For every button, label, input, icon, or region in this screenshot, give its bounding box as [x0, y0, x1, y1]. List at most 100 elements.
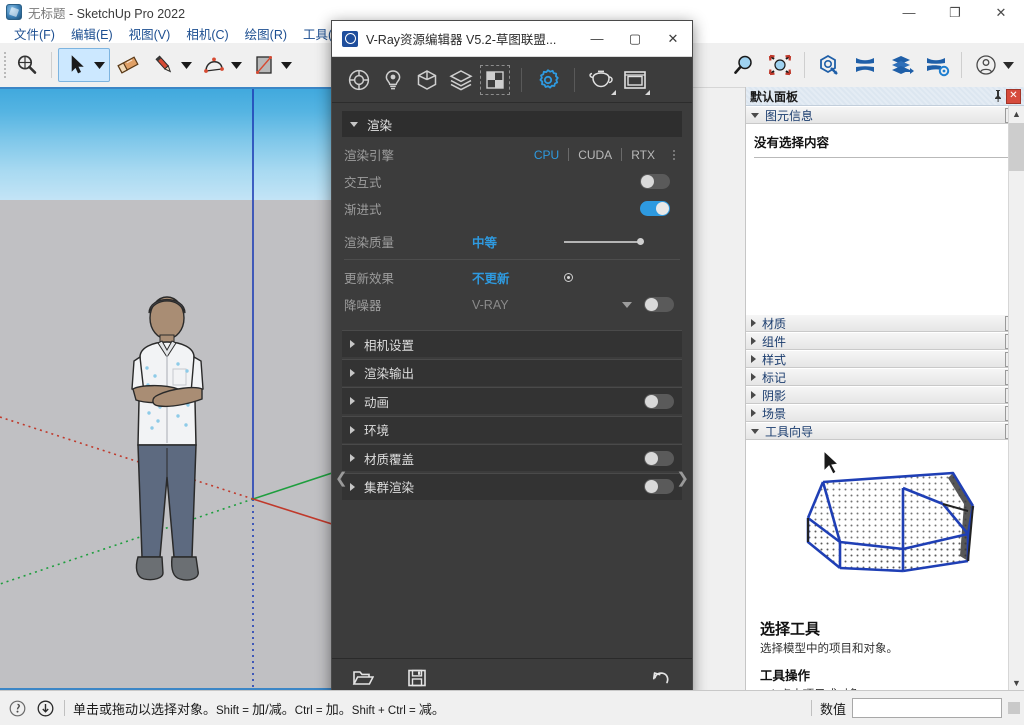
floppy-save-icon[interactable]: [404, 665, 430, 691]
toolbar-line-tool[interactable]: [146, 48, 196, 82]
folder-open-icon[interactable]: [350, 665, 376, 691]
undo-arrow-icon[interactable]: [648, 665, 674, 691]
panel-header-tags[interactable]: 标记 ✕: [746, 368, 1024, 386]
radio-update-effects[interactable]: [564, 273, 573, 282]
panel-header-styles[interactable]: 样式 ✕: [746, 350, 1024, 368]
toolbar-zoom-extents[interactable]: [762, 48, 798, 82]
toolbar-zoom-window[interactable]: [726, 48, 762, 82]
chevron-right-icon: [350, 454, 355, 462]
vray-gear-icon: [922, 50, 952, 80]
render-section-header[interactable]: 渲染: [342, 111, 682, 137]
rectangle-tool-dropdown-caret[interactable]: [279, 50, 293, 80]
scroll-down-button[interactable]: ▼: [1009, 675, 1024, 690]
section-environment[interactable]: 环境: [342, 416, 682, 443]
person-scale-figure[interactable]: [118, 285, 216, 605]
toolbar-zoom-tool[interactable]: [9, 48, 45, 82]
chevron-right-icon: [751, 355, 756, 363]
status-ctrl-key: Ctrl =: [295, 705, 326, 717]
cube-icon[interactable]: [410, 63, 444, 97]
collapse-right-arrow[interactable]: ❯: [676, 471, 689, 486]
menu-edit[interactable]: 编辑(E): [63, 24, 121, 43]
value-denoiser[interactable]: V-RAY: [472, 298, 622, 312]
menu-draw[interactable]: 绘图(R): [237, 24, 295, 43]
toggle-animation[interactable]: [644, 394, 674, 409]
minimize-button[interactable]: —: [886, 0, 932, 24]
select-tool-dropdown-caret[interactable]: [92, 50, 106, 80]
panel-header-instructor[interactable]: 工具向导 ✕: [746, 422, 1024, 440]
frame-buffer-icon[interactable]: [618, 63, 652, 97]
menu-view[interactable]: 视图(V): [121, 24, 179, 43]
teapot-dropdown-corner[interactable]: [611, 90, 616, 95]
sphere-material-icon[interactable]: [342, 63, 376, 97]
line-tool-dropdown-caret[interactable]: [179, 50, 193, 80]
scroll-thumb[interactable]: [1009, 123, 1024, 171]
tray-close-button[interactable]: ✕: [1006, 89, 1021, 104]
section-label-animation: 动画: [364, 392, 389, 411]
toolbar-account[interactable]: [968, 48, 1018, 82]
toggle-denoiser[interactable]: [644, 297, 674, 312]
value-render-quality[interactable]: 中等: [472, 232, 564, 251]
section-material-override[interactable]: 材质覆盖: [342, 444, 682, 471]
panel-header-entity-info[interactable]: 图元信息 ✕: [746, 106, 1024, 124]
account-dropdown-caret[interactable]: [1001, 50, 1015, 80]
arc-tool-dropdown-caret[interactable]: [229, 50, 243, 80]
section-label-render-output: 渲染输出: [364, 363, 414, 382]
status-bar: 单击或拖动以选择对象。Shift = 加/减。Ctrl = 加。Shift + …: [0, 690, 1024, 725]
layers-icon[interactable]: [444, 63, 478, 97]
vray-close-button[interactable]: ✕: [654, 21, 692, 56]
slider-render-quality[interactable]: [564, 238, 680, 245]
label-denoiser: 降噪器: [344, 295, 472, 314]
toggle-interactive[interactable]: [640, 174, 670, 189]
toggle-swarm-render[interactable]: [644, 479, 674, 494]
model-viewport[interactable]: [0, 87, 335, 690]
menu-camera[interactable]: 相机(C): [178, 24, 236, 43]
help-info-icon[interactable]: [6, 697, 28, 719]
toolbar-arc-tool[interactable]: [196, 48, 246, 82]
resize-grip-icon[interactable]: [1008, 702, 1020, 714]
engine-more-icon[interactable]: [668, 150, 680, 160]
vray-minimize-button[interactable]: —: [578, 21, 616, 56]
collapse-left-arrow[interactable]: ❮: [335, 471, 348, 486]
value-update-effects[interactable]: 不更新: [472, 268, 564, 287]
sketchup-application-window: 无标题 - SketchUp Pro 2022 — ❐ ✕ 文件(F) 编辑(E…: [0, 0, 1024, 725]
section-animation[interactable]: 动画: [342, 387, 682, 414]
panel-header-scenes[interactable]: 场景 ✕: [746, 404, 1024, 422]
maximize-button[interactable]: ❐: [932, 0, 978, 24]
light-bulb-icon[interactable]: [376, 63, 410, 97]
gear-icon[interactable]: [531, 63, 565, 97]
toolbar-grip[interactable]: [2, 50, 6, 80]
pin-icon[interactable]: [990, 88, 1006, 104]
toolbar-vray-batch[interactable]: [883, 48, 919, 82]
engine-option-cpu[interactable]: CPU: [525, 148, 568, 162]
section-camera-settings[interactable]: 相机设置: [342, 330, 682, 357]
scroll-up-button[interactable]: ▲: [1009, 106, 1024, 121]
tray-scrollbar[interactable]: ▲ ▼: [1008, 106, 1024, 690]
vray-maximize-button[interactable]: ▢: [616, 21, 654, 56]
section-render-output[interactable]: 渲染输出: [342, 359, 682, 386]
frame-buffer-dropdown-corner[interactable]: [645, 90, 650, 95]
close-button[interactable]: ✕: [978, 0, 1024, 24]
measurements-input[interactable]: [852, 698, 1002, 718]
toolbar-rectangle-tool[interactable]: [246, 48, 296, 82]
toolbar-vray-settings[interactable]: [919, 48, 955, 82]
vray-toolbar-separator-2: [574, 68, 575, 92]
tips-icon[interactable]: [34, 697, 56, 719]
toggle-progressive[interactable]: [640, 201, 670, 216]
teapot-icon[interactable]: [584, 63, 618, 97]
menu-file[interactable]: 文件(F): [6, 24, 63, 43]
panel-header-materials[interactable]: 材质 ✕: [746, 314, 1024, 332]
chevron-down-icon[interactable]: [622, 302, 632, 308]
toolbar-vray-render[interactable]: [811, 48, 847, 82]
engine-option-rtx[interactable]: RTX: [622, 148, 664, 162]
panel-header-shadows[interactable]: 阴影 ✕: [746, 386, 1024, 404]
toggle-material-override[interactable]: [644, 451, 674, 466]
toolbar-eraser-tool[interactable]: [110, 48, 146, 82]
toolbar-vray-editor[interactable]: [847, 48, 883, 82]
panel-header-components[interactable]: 组件 ✕: [746, 332, 1024, 350]
checker-texture-icon[interactable]: [478, 63, 512, 97]
panel-label-components: 组件: [762, 333, 786, 350]
section-swarm-render[interactable]: 集群渲染: [342, 473, 682, 500]
slider-knob[interactable]: [637, 238, 644, 245]
toolbar-select-tool[interactable]: [58, 48, 110, 82]
engine-option-cuda[interactable]: CUDA: [569, 148, 621, 162]
